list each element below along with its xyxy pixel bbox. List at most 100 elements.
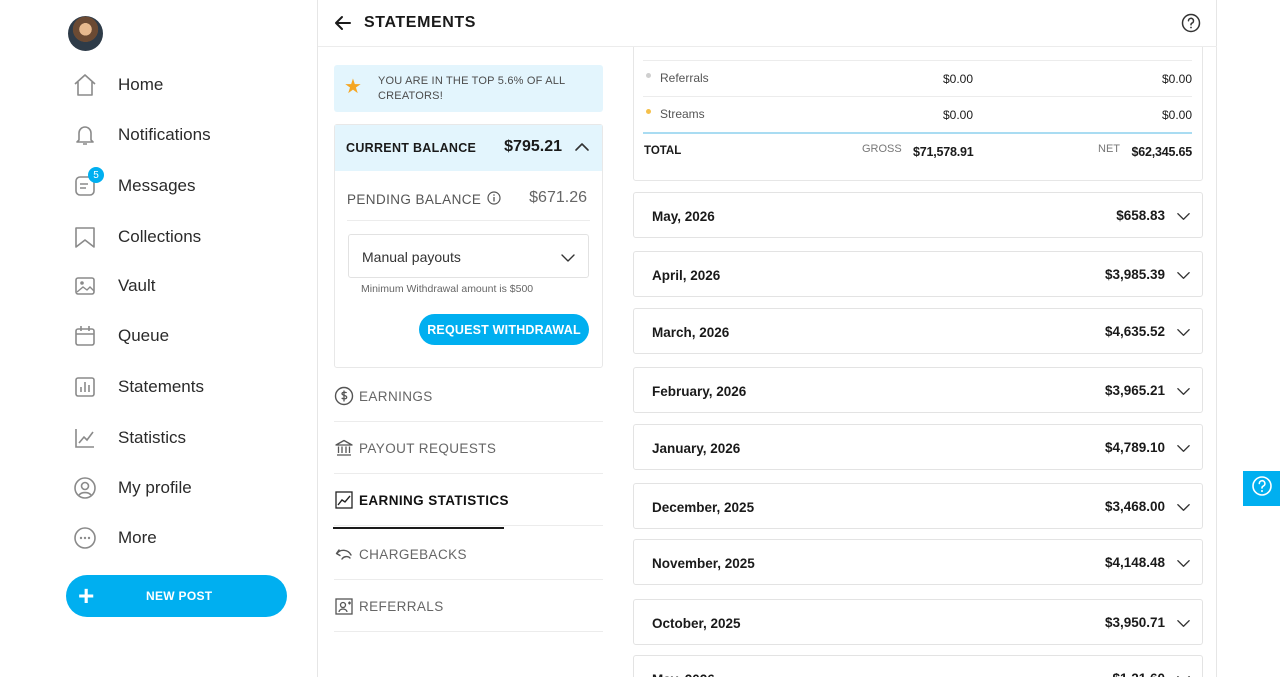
sidebar: Home Notifications 5 Messages Collection… xyxy=(0,0,317,677)
profile-icon xyxy=(72,475,98,501)
payout-mode-value: Manual payouts xyxy=(362,249,461,265)
summary-row-gross: $0.00 xyxy=(942,72,973,86)
bank-icon xyxy=(334,438,354,458)
chevron-down-icon xyxy=(1176,500,1191,515)
month-row[interactable]: May, 2026 $1,21.60 xyxy=(633,655,1203,677)
menu-item-referrals[interactable]: REFERRALS xyxy=(334,580,603,632)
balance-card: CURRENT BALANCE $795.21 PENDING BALANCE … xyxy=(334,124,603,368)
sidebar-item-label: Messages xyxy=(118,176,196,195)
net-label: NET xyxy=(1098,143,1120,155)
chevron-down-icon xyxy=(1176,556,1191,571)
bar-chart-icon xyxy=(72,374,98,400)
new-post-label: NEW POST xyxy=(146,589,213,603)
chevron-down-icon xyxy=(1176,672,1191,677)
menu-item-label: EARNING STATISTICS xyxy=(359,493,509,508)
main-content: STATEMENTS ★ YOU ARE IN THE TOP 5.6% OF … xyxy=(317,0,1217,677)
month-amount: $3,965.21 xyxy=(1104,383,1165,398)
sidebar-item-label: Notifications xyxy=(118,125,211,144)
menu-item-label: REFERRALS xyxy=(359,599,444,614)
gross-label: GROSS xyxy=(862,143,902,155)
summary-row-name: Referrals xyxy=(660,71,709,85)
sidebar-item-label: Home xyxy=(118,75,164,94)
menu-item-earning-statistics[interactable]: EARNING STATISTICS xyxy=(334,474,603,526)
bell-icon xyxy=(72,122,98,148)
month-row[interactable]: May, 2026 $658.83 xyxy=(633,192,1203,238)
statements-list[interactable]: Referrals $0.00 $0.00 Streams $0.00 $0.0… xyxy=(633,47,1203,677)
month-label: December, 2025 xyxy=(652,500,755,515)
sidebar-item-label: My profile xyxy=(118,478,192,497)
sidebar-item-notifications[interactable]: Notifications xyxy=(72,120,211,150)
month-label: March, 2026 xyxy=(652,325,730,340)
help-icon[interactable] xyxy=(1181,13,1201,33)
sidebar-item-queue[interactable]: Queue xyxy=(72,321,169,351)
calendar-icon xyxy=(72,323,98,349)
month-label: February, 2026 xyxy=(652,384,747,399)
summary-row-net: $0.00 xyxy=(1161,108,1192,122)
sidebar-item-more[interactable]: More xyxy=(72,523,157,553)
month-amount: $4,789.10 xyxy=(1104,440,1165,455)
dollar-circle-icon xyxy=(334,386,354,406)
page-title: STATEMENTS xyxy=(364,14,477,31)
line-chart-icon xyxy=(334,490,354,510)
new-post-button[interactable]: + NEW POST xyxy=(66,575,287,617)
info-icon[interactable] xyxy=(487,191,501,208)
current-balance-label: CURRENT BALANCE xyxy=(346,141,477,155)
month-row[interactable]: April, 2026 $3,985.39 xyxy=(633,251,1203,297)
sidebar-item-statistics[interactable]: Statistics xyxy=(72,423,186,453)
home-icon xyxy=(72,72,98,98)
month-row[interactable]: November, 2025 $4,148.48 xyxy=(633,539,1203,585)
sidebar-item-label: Collections xyxy=(118,227,202,246)
divider xyxy=(347,220,590,221)
message-icon: 5 xyxy=(72,167,104,199)
sidebar-item-label: Queue xyxy=(118,326,170,345)
month-label: April, 2026 xyxy=(652,268,721,283)
menu-item-label: PAYOUT REQUESTS xyxy=(359,441,497,456)
summary-row-streams: Streams $0.00 $0.00 xyxy=(643,96,1192,132)
summary-total-row: TOTAL GROSS $71,578.91 NET $62,345.65 xyxy=(643,132,1192,168)
top-creator-banner: ★ YOU ARE IN THE TOP 5.6% OF ALL CREATOR… xyxy=(334,65,603,112)
payout-mode-select[interactable]: Manual payouts xyxy=(348,234,589,278)
sidebar-item-my-profile[interactable]: My profile xyxy=(72,473,192,503)
streams-dot xyxy=(646,109,651,114)
month-row[interactable]: October, 2025 $3,950.71 xyxy=(633,599,1203,645)
summary-row-gross: $0.00 xyxy=(942,108,973,122)
month-row[interactable]: January, 2026 $4,789.10 xyxy=(633,424,1203,470)
month-row[interactable]: March, 2026 $4,635.52 xyxy=(633,308,1203,354)
back-arrow-icon[interactable] xyxy=(332,12,354,34)
chevron-down-icon xyxy=(1176,209,1191,224)
sidebar-item-label: Statistics xyxy=(118,428,187,447)
menu-item-payout-requests[interactable]: PAYOUT REQUESTS xyxy=(334,422,603,474)
month-amount: $3,985.39 xyxy=(1104,267,1165,282)
chevron-down-icon xyxy=(1176,441,1191,456)
line-chart-icon xyxy=(72,425,98,451)
current-balance-toggle[interactable]: CURRENT BALANCE $795.21 xyxy=(335,125,602,171)
sidebar-item-messages[interactable]: 5 Messages xyxy=(72,167,196,201)
page-header: STATEMENTS xyxy=(318,0,1217,47)
month-amount: $3,950.71 xyxy=(1104,615,1165,630)
sidebar-item-vault[interactable]: Vault xyxy=(72,271,156,301)
menu-item-earnings[interactable]: EARNINGS xyxy=(334,370,603,422)
month-label: October, 2025 xyxy=(652,616,741,631)
request-withdrawal-button[interactable]: REQUEST WITHDRAWAL xyxy=(419,314,589,345)
gross-total-value: $71,578.91 xyxy=(913,145,974,159)
summary-row-name: Streams xyxy=(660,107,705,121)
menu-item-chargebacks[interactable]: CHARGEBACKS xyxy=(334,528,603,580)
month-row[interactable]: December, 2025 $3,468.00 xyxy=(633,483,1203,529)
sidebar-item-statements[interactable]: Statements xyxy=(72,372,204,402)
month-label: May, 2026 xyxy=(652,209,715,224)
top-creator-text: YOU ARE IN THE TOP 5.6% OF ALL CREATORS! xyxy=(378,75,565,102)
menu-item-label: CHARGEBACKS xyxy=(359,547,467,562)
star-icon: ★ xyxy=(344,76,362,98)
sidebar-item-label: Statements xyxy=(118,377,204,396)
summary-row-net: $0.00 xyxy=(1161,72,1192,86)
avatar[interactable] xyxy=(68,16,103,51)
bookmark-icon xyxy=(72,224,98,250)
sidebar-item-home[interactable]: Home xyxy=(72,70,163,100)
net-total-value: $62,345.65 xyxy=(1131,145,1192,159)
sidebar-item-collections[interactable]: Collections xyxy=(72,222,201,252)
earnings-summary-card: Referrals $0.00 $0.00 Streams $0.00 $0.0… xyxy=(633,47,1203,181)
month-amount: $3,468.00 xyxy=(1104,499,1165,514)
floating-help-button[interactable] xyxy=(1243,471,1280,506)
month-row[interactable]: February, 2026 $3,965.21 xyxy=(633,367,1203,413)
sidebar-item-label: Vault xyxy=(118,276,156,295)
